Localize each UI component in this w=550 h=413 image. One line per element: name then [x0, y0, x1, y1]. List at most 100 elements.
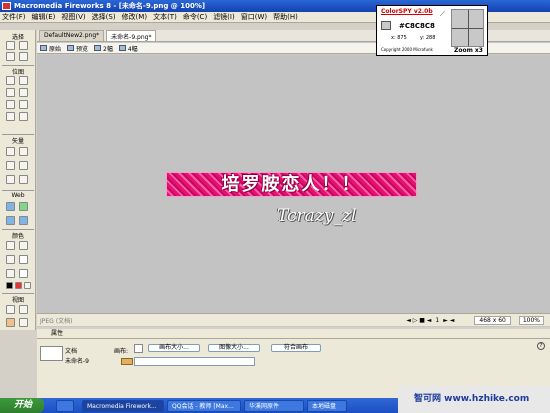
pencil-tool-icon[interactable]: [6, 100, 15, 109]
banner-text: 培罗胺恋人！！: [221, 174, 362, 195]
original-view-button[interactable]: 原始: [40, 44, 61, 53]
quicklaunch-icons[interactable]: [56, 399, 74, 412]
freeform-tool-icon[interactable]: [6, 175, 15, 184]
tools-section-vector: 矢量: [11, 138, 24, 145]
preset-select[interactable]: [134, 357, 255, 366]
eyedropper-tool-icon[interactable]: [6, 241, 15, 250]
task-fireworks[interactable]: Macromedia Firework...: [82, 399, 164, 412]
tools-panel: 选择 位图 矢量 Web 颜色 视图: [0, 30, 36, 330]
lasso-tool-icon[interactable]: [19, 76, 28, 85]
zoom-select[interactable]: 100%: [518, 315, 544, 325]
default-colors-icon[interactable]: [6, 282, 13, 289]
properties-panel-title[interactable]: 属性: [37, 329, 550, 339]
tab-default-new2[interactable]: DefaultNew2.png*: [39, 30, 105, 41]
paint-bucket-icon[interactable]: [19, 241, 28, 250]
fill-swatch[interactable]: [19, 269, 28, 278]
task-disk[interactable]: 本地磁盘: [307, 399, 347, 412]
scale-tool-icon[interactable]: [6, 52, 15, 61]
status-bar: JPEG (文档) ◄ ▷ ■ ◄ 1 ► ◄ 468 x 60 100%: [37, 313, 550, 326]
subselect-tool-icon[interactable]: [19, 41, 28, 50]
fireworks-icon: [2, 2, 11, 10]
rectangle-tool-icon[interactable]: [6, 161, 15, 170]
canvas-size-readout: 468 x 60: [474, 315, 511, 325]
zoom-label: Zoom x3: [454, 47, 483, 54]
export-format: JPEG (文档): [40, 317, 73, 325]
pen-tool-icon[interactable]: [19, 147, 28, 156]
menu-edit[interactable]: 编辑(E): [32, 12, 56, 22]
doc-thumbnail: [40, 346, 63, 361]
show-slices-icon[interactable]: [19, 216, 28, 225]
swap-colors-icon[interactable]: [24, 282, 31, 289]
menu-filters[interactable]: 滤镜(I): [213, 12, 235, 22]
brush-tool-icon[interactable]: [19, 88, 28, 97]
menu-help[interactable]: 帮助(H): [273, 12, 298, 22]
slice-tool-icon[interactable]: [19, 202, 28, 211]
menu-window[interactable]: 窗口(W): [241, 12, 267, 22]
help-icon[interactable]: ?: [537, 342, 545, 350]
y-coord: y: 288: [420, 35, 436, 41]
fill-color-icon[interactable]: [6, 269, 15, 278]
tools-section-bitmap: 位图: [11, 69, 24, 76]
stroke-swatch[interactable]: [19, 255, 28, 264]
task-qq[interactable]: QQ会话 - 教师 [Max...: [167, 399, 241, 412]
hide-slices-icon[interactable]: [6, 216, 15, 225]
line-tool-icon[interactable]: [6, 147, 15, 156]
zoom-preview: [451, 9, 484, 47]
two-up-icon: [94, 45, 102, 51]
tools-section-select: 选择: [11, 34, 24, 41]
doc-name: 未命名-9: [65, 358, 89, 365]
menu-commands[interactable]: 命令(C): [183, 12, 207, 22]
hotspot-tool-icon[interactable]: [6, 202, 15, 211]
knife-tool-icon[interactable]: [19, 175, 28, 184]
original-view-icon: [40, 45, 47, 51]
crop-tool-icon[interactable]: [19, 52, 28, 61]
menu-text[interactable]: 文本(T): [153, 12, 177, 22]
eraser-tool-icon[interactable]: [19, 100, 28, 109]
signature-text: Tcrazy_zl: [277, 206, 357, 226]
two-up-button[interactable]: 2幅: [94, 44, 113, 53]
tab-untitled-9[interactable]: 未命名-9.png*: [106, 30, 157, 41]
copyright-text: Copyright 2000 Microfunk: [381, 47, 433, 52]
canvas-size-button[interactable]: 画布大小...: [148, 344, 200, 352]
frame-next-controls[interactable]: ► ◄: [443, 317, 454, 324]
colorspy-title: ColorSPY v2.0b: [381, 8, 433, 15]
preview-button[interactable]: 预览: [67, 44, 88, 53]
stamp-tool-icon[interactable]: [19, 112, 28, 121]
fit-canvas-button[interactable]: 符合画布: [271, 344, 321, 352]
task-folder[interactable]: 华溪网原件: [244, 399, 304, 412]
four-up-button[interactable]: 4幅: [118, 44, 138, 53]
blur-tool-icon[interactable]: [6, 112, 15, 121]
watermark: 智可网 www.hzhike.com: [398, 386, 550, 413]
menu-modify[interactable]: 修改(M): [122, 12, 148, 22]
no-color-icon[interactable]: [15, 282, 22, 289]
tools-section-web: Web: [11, 192, 25, 199]
text-tool-icon[interactable]: [19, 161, 28, 170]
frame-number: 1: [435, 316, 440, 324]
canvas-label: 画布:: [114, 348, 129, 355]
frame-controls[interactable]: ◄ ▷ ■ ◄: [406, 317, 431, 324]
hex-value: #C8C8C8: [399, 22, 435, 30]
menu-view[interactable]: 视图(V): [61, 12, 85, 22]
hand-tool-icon[interactable]: [6, 318, 15, 327]
eyedropper-icon[interactable]: ⟋: [440, 10, 450, 18]
preview-icon: [67, 45, 75, 51]
standard-mode-icon[interactable]: [6, 305, 15, 314]
start-button[interactable]: 开始: [0, 398, 44, 413]
magic-wand-icon[interactable]: [6, 88, 15, 97]
doc-label: 文档: [65, 348, 78, 355]
tools-section-colors: 颜色: [11, 233, 24, 240]
tools-section-view: 视图: [11, 297, 24, 304]
menu-select[interactable]: 选择(S): [92, 12, 116, 22]
stroke-color-icon[interactable]: [6, 255, 15, 264]
link-icon: [121, 358, 133, 365]
menu-file[interactable]: 文件(F): [2, 12, 26, 22]
marquee-tool-icon[interactable]: [6, 76, 15, 85]
four-up-icon: [118, 45, 126, 51]
x-coord: x: 875: [391, 35, 407, 41]
fullscreen-mode-icon[interactable]: [19, 305, 28, 314]
canvas-color-swatch[interactable]: [134, 344, 143, 353]
zoom-tool-icon[interactable]: [19, 318, 28, 327]
image-size-button[interactable]: 图像大小...: [208, 344, 260, 352]
color-swatch: [381, 21, 391, 30]
pointer-tool-icon[interactable]: [6, 41, 15, 50]
